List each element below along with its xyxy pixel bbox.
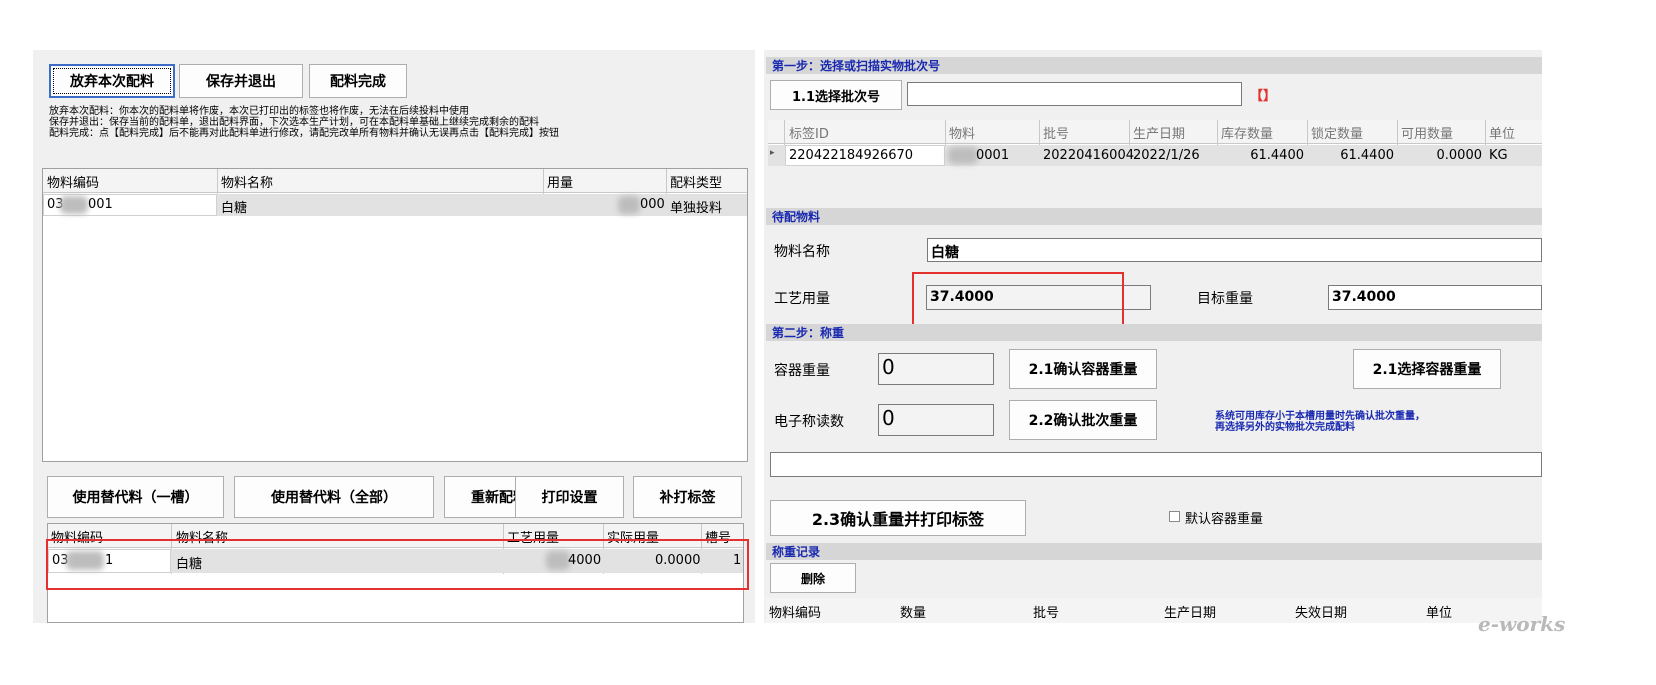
confirm-and-print-label-button[interactable]: 2.3确认重量并打印标签: [770, 500, 1026, 536]
col-material-code[interactable]: 物料编码: [47, 172, 99, 191]
app-window: { "left": { "toolbar": { "abandon": "放弃本…: [0, 0, 1656, 685]
material-grid-header: [43, 169, 747, 193]
cell-production-date: 2022/1/26: [1133, 148, 1200, 163]
cell-stock-qty: 61.4400: [1250, 148, 1304, 163]
batch-bracket-indicator: 【】: [1250, 89, 1277, 104]
cell-quantity: 000: [640, 197, 665, 212]
abandon-batching-button[interactable]: 放弃本次配料: [49, 64, 175, 98]
default-container-checkbox[interactable]: [1169, 511, 1180, 522]
col-stock-qty[interactable]: 库存数量: [1221, 123, 1273, 142]
e-works-watermark-logo: e-works: [1478, 612, 1565, 636]
col-batch-no[interactable]: 批号: [1043, 123, 1069, 142]
watermark-text: e-works: [1478, 612, 1566, 636]
step1-title: 第一步：选择或扫描实物批次号: [766, 57, 1542, 74]
reprint-label-button[interactable]: 补打标签: [633, 476, 742, 518]
cell-label-id: 220422184926670: [789, 148, 914, 163]
process-qty-label: 工艺用量: [774, 291, 830, 307]
cell-unit: KG: [1489, 148, 1508, 163]
confirm-container-weight-button[interactable]: 2.1确认容器重量: [1009, 349, 1157, 389]
col-quantity[interactable]: 用量: [547, 172, 573, 191]
weighing-records-title: 称重记录: [766, 543, 1542, 560]
note-complete: 配料完成：点【配料完成】后不能再对此配料单进行修改，请配完改单所有物料并确认无误…: [49, 128, 559, 139]
redacted-region: [60, 196, 88, 214]
note-save-exit: 保存并退出：保存当前的配料单，退出配料界面，下次选本生产计划，可在本配料单基础上…: [49, 117, 539, 128]
batch-number-input[interactable]: [907, 82, 1242, 106]
col-batch-type[interactable]: 配料类型: [670, 172, 722, 191]
col-material-code[interactable]: 物料编码: [769, 602, 821, 621]
col-batch-no[interactable]: 批号: [1033, 602, 1059, 621]
material-name-field[interactable]: 白糖: [927, 238, 1542, 262]
pending-material-title: 待配物料: [766, 208, 1542, 225]
cell-material-code-tail: 001: [88, 197, 113, 212]
note-abandon: 放弃本次配料：你本次的配料单将作废，本次已打印出的标签也将作废，无法在后续投料中…: [49, 106, 469, 117]
step2-title: 第二步：称重: [766, 324, 1542, 341]
scale-reading-label: 电子称读数: [774, 414, 844, 430]
stock-hint-line1: 系统可用库存小于本槽用量时先确认批次重量，: [1215, 411, 1425, 422]
col-quantity[interactable]: 数量: [900, 602, 926, 621]
col-locked-qty[interactable]: 锁定数量: [1311, 123, 1363, 142]
scale-reading-input[interactable]: 0: [878, 404, 994, 436]
col-unit[interactable]: 单位: [1426, 602, 1452, 621]
select-container-weight-button[interactable]: 2.1选择容器重量: [1353, 349, 1501, 389]
substitute-one-slot-button[interactable]: 使用替代料（一槽）: [47, 476, 224, 518]
message-field[interactable]: [770, 452, 1542, 477]
target-weight-field[interactable]: 37.4000: [1328, 285, 1542, 310]
substitute-all-button[interactable]: 使用替代料（全部）: [234, 476, 434, 518]
cell-available-qty: 0.0000: [1436, 148, 1483, 163]
batching-complete-button[interactable]: 配料完成: [309, 64, 407, 98]
highlight-box: [46, 539, 749, 590]
save-and-exit-button[interactable]: 保存并退出: [179, 64, 303, 98]
cell-batch-no: 20220416004: [1043, 148, 1134, 163]
target-weight-label: 目标重量: [1197, 291, 1253, 307]
default-container-label: 默认容器重量: [1185, 512, 1264, 527]
redacted-region: [618, 196, 640, 214]
col-unit[interactable]: 单位: [1489, 123, 1515, 142]
confirm-batch-weight-button[interactable]: 2.2确认批次重量: [1009, 400, 1157, 440]
cell-batch-type: 单独投料: [670, 201, 723, 216]
redo-batching-button[interactable]: 重新配料: [444, 476, 524, 518]
container-weight-label: 容器重量: [774, 363, 830, 379]
cell-locked-qty: 61.4400: [1340, 148, 1394, 163]
col-label-id[interactable]: 标签ID: [789, 123, 829, 142]
col-material-name[interactable]: 物料名称: [221, 172, 273, 191]
cell-material: 0001: [976, 148, 1010, 163]
cell-material-name: 白糖: [221, 201, 248, 216]
col-available-qty[interactable]: 可用数量: [1401, 123, 1453, 142]
col-expiry-date[interactable]: 失效日期: [1295, 602, 1347, 621]
highlight-box: [912, 272, 1124, 329]
col-material[interactable]: 物料: [949, 123, 975, 142]
stock-hint-line2: 再选择另外的实物批次完成配料: [1215, 422, 1355, 433]
print-settings-button[interactable]: 打印设置: [515, 476, 624, 518]
col-production-date[interactable]: 生产日期: [1164, 602, 1216, 621]
select-batch-button[interactable]: 1.1选择批次号: [770, 80, 902, 110]
delete-record-button[interactable]: 删除: [770, 563, 856, 593]
row-pointer-icon: ▸: [770, 148, 775, 158]
redacted-region: [948, 147, 978, 164]
material-name-label: 物料名称: [774, 244, 830, 260]
col-production-date[interactable]: 生产日期: [1133, 123, 1185, 142]
container-weight-input[interactable]: 0: [878, 353, 994, 385]
